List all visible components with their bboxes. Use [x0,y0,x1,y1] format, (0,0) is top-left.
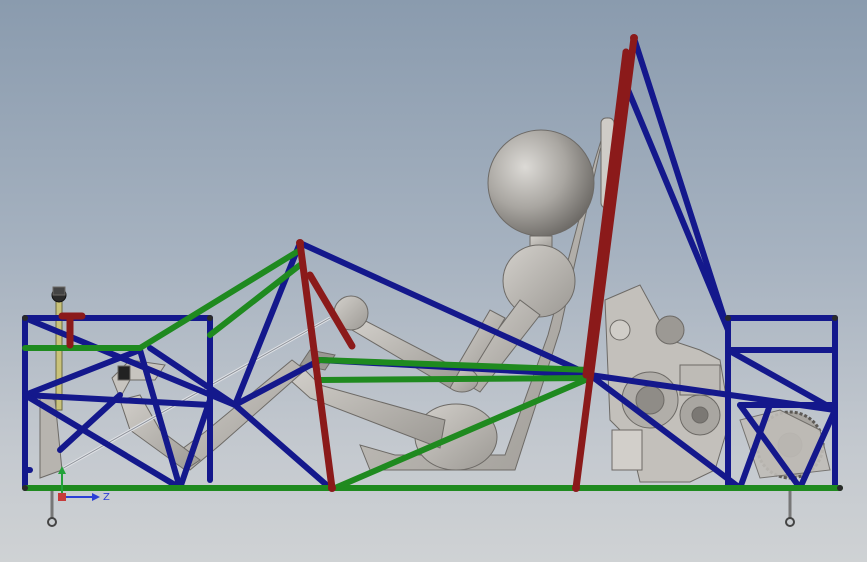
driver-head [487,129,595,237]
chassis-scene: Z [22,34,843,527]
coordinate-triad-icon[interactable]: Z [58,466,110,503]
cad-viewport[interactable]: Z [0,0,867,562]
mount-pegs [47,490,795,527]
driver-torso [502,244,576,318]
axis-z-label: Z [103,492,110,503]
